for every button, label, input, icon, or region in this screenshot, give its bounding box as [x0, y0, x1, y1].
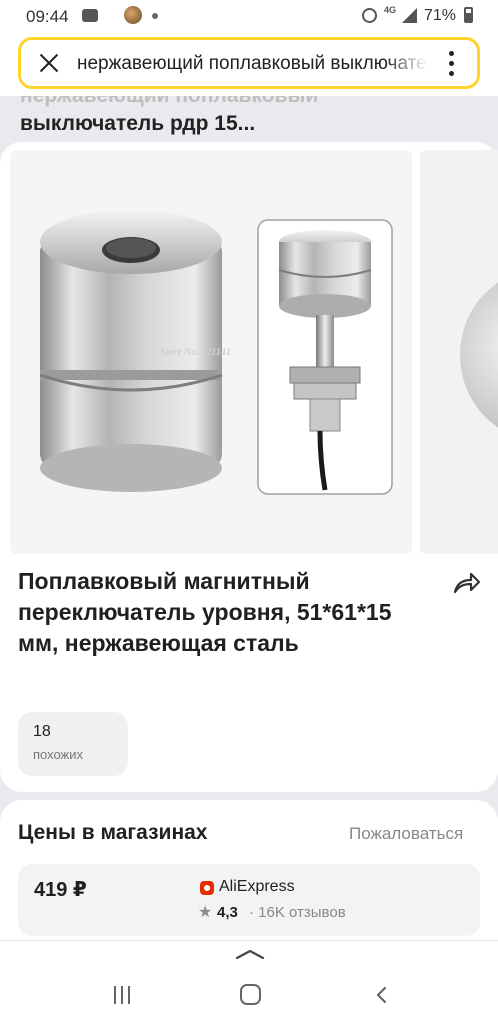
float-switch-illustration: Store No. 721141 — [39, 210, 393, 495]
similar-label: похожих — [33, 747, 84, 762]
prices-section: Цены в магазинах Пожаловаться 419 ₽ AliE… — [0, 800, 498, 960]
product-card: Store No. 721141 Поплавковый магнитный п… — [0, 142, 498, 792]
search-header: нержавеющий поплавковый выключатель рдр … — [0, 32, 498, 96]
network-type: 4G — [384, 5, 397, 15]
similar-products-button[interactable]: 18 похожих — [18, 712, 128, 776]
home-icon[interactable] — [240, 984, 261, 1005]
back-icon[interactable] — [374, 986, 390, 1004]
prices-heading: Цены в магазинах — [18, 821, 208, 844]
offer-reviews: · 16K отзывов — [249, 904, 346, 921]
bottom-sheet-handle[interactable] — [0, 940, 498, 972]
aliexpress-logo-icon — [200, 881, 214, 895]
signal-icon — [402, 8, 417, 23]
offer-row[interactable]: 419 ₽ AliExpress ★ 4,3 · 16K отзывов — [18, 864, 480, 936]
battery-percent: 71% — [424, 7, 457, 24]
close-icon[interactable] — [37, 51, 61, 75]
offer-price: 419 ₽ — [34, 879, 87, 901]
search-box[interactable]: нержавеющий поплавковый выключатель рдр … — [18, 37, 480, 89]
snippet-line-top: нержавеющий поплавковый — [20, 96, 318, 108]
product-title: Поплавковый магнитный переключатель уров… — [18, 568, 392, 656]
background-result-snippet: нержавеющий поплавковый выключатель рдр … — [20, 96, 480, 142]
watermark: Store No. 721141 — [160, 347, 231, 358]
message-notification-icon — [82, 9, 98, 22]
product-gallery[interactable]: Store No. 721141 — [10, 150, 498, 554]
app-notification-icon — [124, 6, 142, 24]
star-icon: ★ — [198, 904, 213, 921]
battery-icon — [464, 7, 473, 23]
status-bar: 09:44 4G 71% — [0, 0, 498, 32]
more-notifications-dot-icon — [152, 13, 158, 19]
alarm-icon — [362, 8, 377, 23]
snippet-line: выключатель рдр 15... — [20, 112, 256, 135]
report-link[interactable]: Пожаловаться — [349, 824, 463, 844]
share-icon[interactable] — [452, 570, 482, 596]
next-product-photo[interactable] — [420, 150, 498, 554]
system-navigation-bar — [0, 972, 498, 1024]
chevron-up-icon[interactable] — [235, 949, 265, 959]
offer-rating: 4,3 — [217, 904, 238, 921]
offer-shop: AliExpress — [219, 878, 295, 895]
more-vertical-icon[interactable] — [449, 51, 455, 77]
status-time: 09:44 — [26, 7, 69, 26]
similar-count: 18 — [33, 723, 51, 740]
sphere-float-image — [460, 270, 498, 440]
recent-apps-icon[interactable] — [112, 986, 132, 1004]
product-photo[interactable]: Store No. 721141 — [10, 150, 412, 554]
search-query[interactable]: нержавеющий поплавковый выключатель рдр … — [77, 53, 427, 75]
